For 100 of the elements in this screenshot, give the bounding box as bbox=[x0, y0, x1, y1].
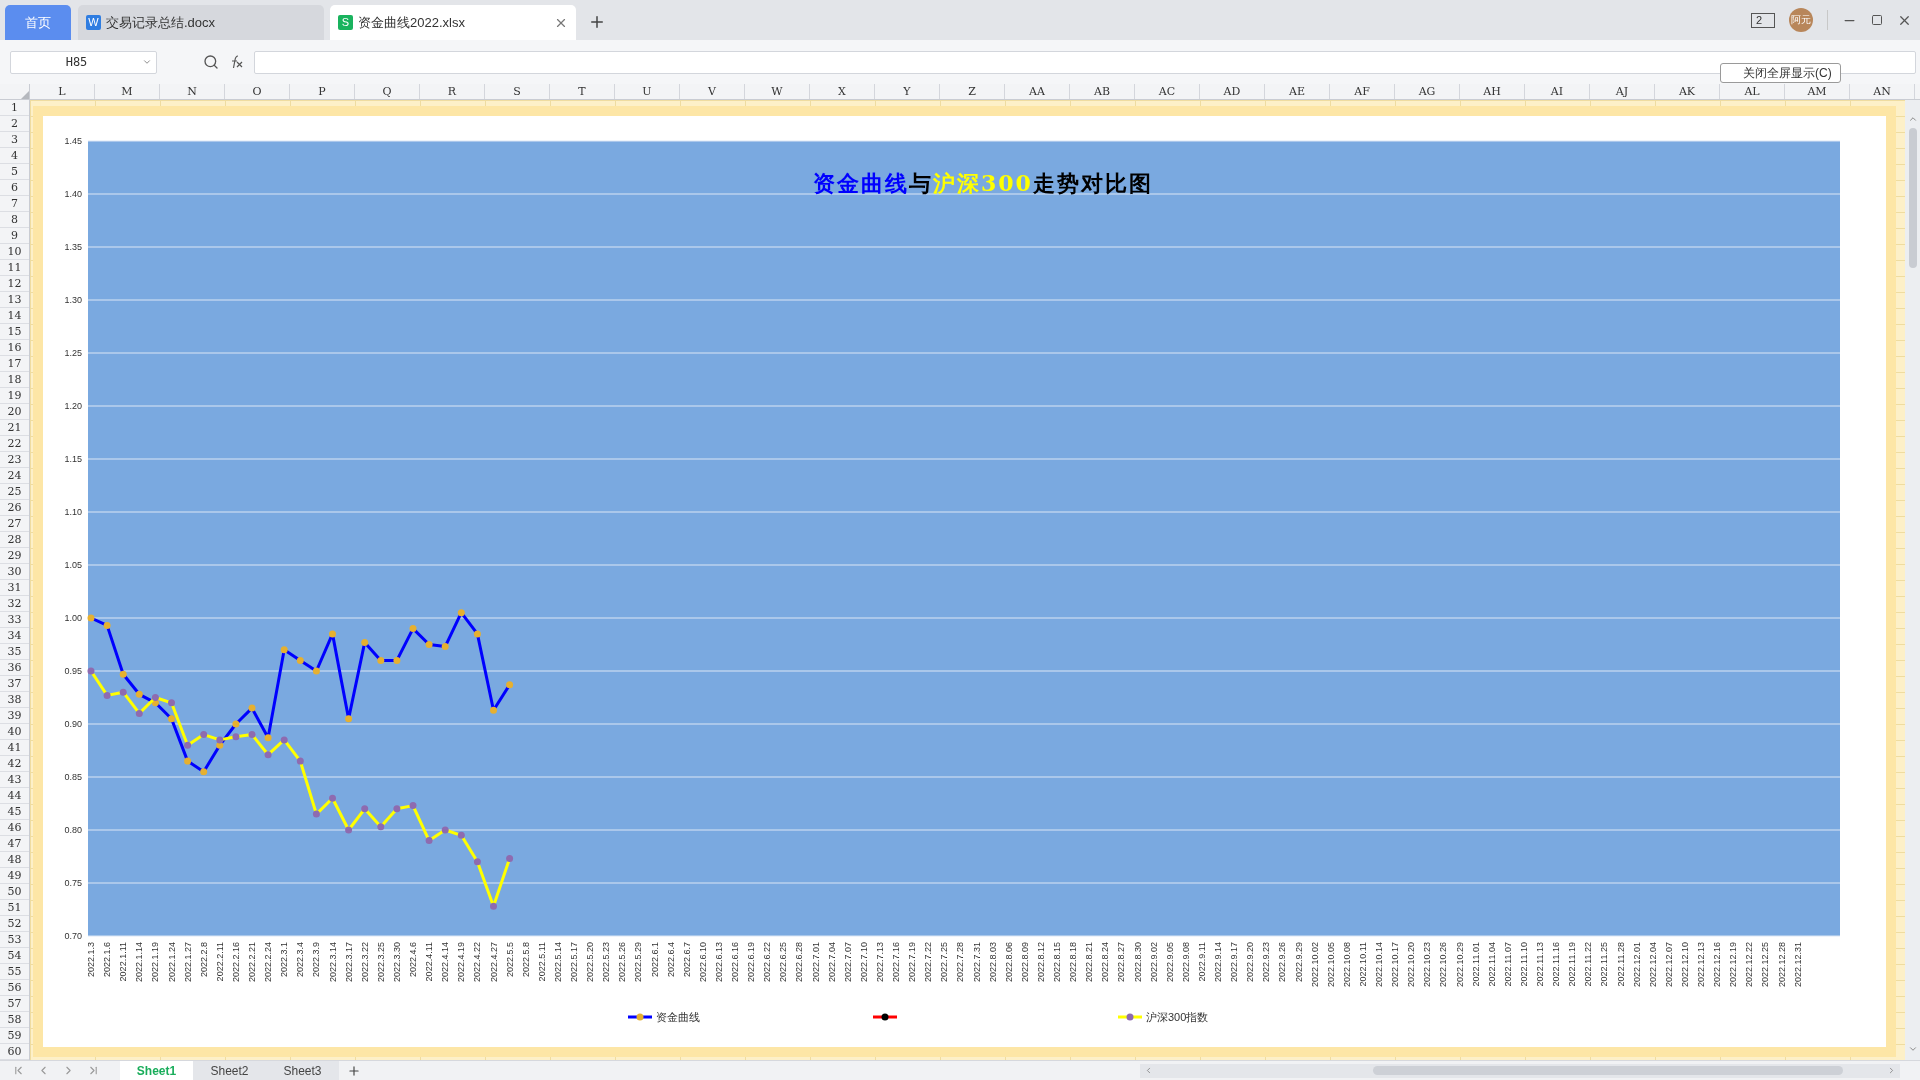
column-header[interactable]: AK bbox=[1655, 84, 1720, 99]
row-header[interactable]: 19 bbox=[0, 388, 29, 404]
row-header[interactable]: 28 bbox=[0, 532, 29, 548]
exit-fullscreen-button[interactable]: 关闭全屏显示(C) bbox=[1720, 63, 1841, 83]
row-header[interactable]: 48 bbox=[0, 852, 29, 868]
column-header[interactable]: Q bbox=[355, 84, 420, 99]
row-header[interactable]: 52 bbox=[0, 916, 29, 932]
row-header[interactable]: 42 bbox=[0, 756, 29, 772]
row-header[interactable]: 4 bbox=[0, 148, 29, 164]
row-header[interactable]: 10 bbox=[0, 244, 29, 260]
row-header[interactable]: 43 bbox=[0, 772, 29, 788]
row-header[interactable]: 51 bbox=[0, 900, 29, 916]
sheet-tab[interactable]: Sheet3 bbox=[266, 1060, 339, 1080]
row-header[interactable]: 37 bbox=[0, 676, 29, 692]
column-header[interactable]: AG bbox=[1395, 84, 1460, 99]
row-header[interactable]: 58 bbox=[0, 1012, 29, 1028]
row-header[interactable]: 26 bbox=[0, 500, 29, 516]
column-header[interactable]: M bbox=[95, 84, 160, 99]
row-header[interactable]: 23 bbox=[0, 452, 29, 468]
column-header[interactable]: L bbox=[30, 84, 95, 99]
zoom-icon[interactable] bbox=[203, 54, 219, 70]
row-header[interactable]: 20 bbox=[0, 404, 29, 420]
row-header[interactable]: 25 bbox=[0, 484, 29, 500]
row-header[interactable]: 15 bbox=[0, 324, 29, 340]
row-header[interactable]: 24 bbox=[0, 468, 29, 484]
column-header[interactable]: Z bbox=[940, 84, 1005, 99]
column-header[interactable]: AE bbox=[1265, 84, 1330, 99]
vertical-scrollbar[interactable] bbox=[1905, 100, 1920, 1060]
column-header[interactable]: P bbox=[290, 84, 355, 99]
column-header[interactable]: AB bbox=[1070, 84, 1135, 99]
scroll-down-icon[interactable] bbox=[1907, 1044, 1918, 1054]
row-header[interactable]: 6 bbox=[0, 180, 29, 196]
row-header[interactable]: 13 bbox=[0, 292, 29, 308]
row-header[interactable]: 9 bbox=[0, 228, 29, 244]
column-header[interactable]: AH bbox=[1460, 84, 1525, 99]
column-header[interactable]: X bbox=[810, 84, 875, 99]
column-header[interactable]: AL bbox=[1720, 84, 1785, 99]
column-header[interactable]: O bbox=[225, 84, 290, 99]
document-tab[interactable]: S 资金曲线2022.xlsx bbox=[330, 5, 576, 40]
column-header[interactable]: AM bbox=[1785, 84, 1850, 99]
row-header[interactable]: 5 bbox=[0, 164, 29, 180]
row-header[interactable]: 56 bbox=[0, 980, 29, 996]
column-header[interactable]: V bbox=[680, 84, 745, 99]
row-header[interactable]: 54 bbox=[0, 948, 29, 964]
row-header[interactable]: 39 bbox=[0, 708, 29, 724]
column-header[interactable]: AF bbox=[1330, 84, 1395, 99]
row-header[interactable]: 29 bbox=[0, 548, 29, 564]
last-sheet-icon[interactable] bbox=[87, 1064, 100, 1077]
column-header[interactable]: Y bbox=[875, 84, 940, 99]
row-header[interactable]: 11 bbox=[0, 260, 29, 276]
row-header[interactable]: 31 bbox=[0, 580, 29, 596]
column-header[interactable]: N bbox=[160, 84, 225, 99]
row-header[interactable]: 33 bbox=[0, 612, 29, 628]
row-header[interactable]: 38 bbox=[0, 692, 29, 708]
row-header[interactable]: 57 bbox=[0, 996, 29, 1012]
row-header[interactable]: 17 bbox=[0, 356, 29, 372]
row-header[interactable]: 21 bbox=[0, 420, 29, 436]
row-header[interactable]: 22 bbox=[0, 436, 29, 452]
sheet-tab[interactable]: Sheet2 bbox=[193, 1060, 266, 1080]
row-header[interactable]: 12 bbox=[0, 276, 29, 292]
row-header[interactable]: 27 bbox=[0, 516, 29, 532]
row-header[interactable]: 34 bbox=[0, 628, 29, 644]
maximize-icon[interactable] bbox=[1871, 14, 1883, 26]
row-header[interactable]: 40 bbox=[0, 724, 29, 740]
column-header[interactable]: AD bbox=[1200, 84, 1265, 99]
add-sheet-icon[interactable] bbox=[347, 1063, 361, 1078]
horizontal-scrollbar[interactable] bbox=[1140, 1063, 1900, 1078]
column-header[interactable]: S bbox=[485, 84, 550, 99]
column-header[interactable]: U bbox=[615, 84, 680, 99]
row-header[interactable]: 49 bbox=[0, 868, 29, 884]
new-tab-icon[interactable] bbox=[588, 13, 606, 31]
row-header[interactable]: 35 bbox=[0, 644, 29, 660]
row-header[interactable]: 36 bbox=[0, 660, 29, 676]
row-header[interactable]: 32 bbox=[0, 596, 29, 612]
column-header[interactable]: W bbox=[745, 84, 810, 99]
row-header[interactable]: 30 bbox=[0, 564, 29, 580]
row-header[interactable]: 53 bbox=[0, 932, 29, 948]
scroll-up-icon[interactable] bbox=[1907, 114, 1918, 124]
row-header[interactable]: 2 bbox=[0, 116, 29, 132]
row-header[interactable]: 7 bbox=[0, 196, 29, 212]
row-header[interactable]: 3 bbox=[0, 132, 29, 148]
column-header[interactable]: AC bbox=[1135, 84, 1200, 99]
row-header[interactable]: 47 bbox=[0, 836, 29, 852]
row-header[interactable]: 55 bbox=[0, 964, 29, 980]
first-sheet-icon[interactable] bbox=[12, 1064, 25, 1077]
row-header[interactable]: 8 bbox=[0, 212, 29, 228]
column-header[interactable]: AJ bbox=[1590, 84, 1655, 99]
row-header[interactable]: 16 bbox=[0, 340, 29, 356]
row-header[interactable]: 41 bbox=[0, 740, 29, 756]
name-box[interactable]: H85 bbox=[10, 50, 157, 74]
dropdown-icon[interactable] bbox=[142, 57, 152, 67]
screen-mode-button[interactable]: 2 bbox=[1751, 12, 1775, 28]
scrollbar-thumb[interactable] bbox=[1908, 128, 1917, 268]
row-header[interactable]: 14 bbox=[0, 308, 29, 324]
column-header[interactable]: AN bbox=[1850, 84, 1915, 99]
scroll-right-icon[interactable] bbox=[1887, 1066, 1896, 1075]
column-header[interactable]: R bbox=[420, 84, 485, 99]
row-header[interactable]: 50 bbox=[0, 884, 29, 900]
column-header[interactable]: AI bbox=[1525, 84, 1590, 99]
row-header[interactable]: 46 bbox=[0, 820, 29, 836]
